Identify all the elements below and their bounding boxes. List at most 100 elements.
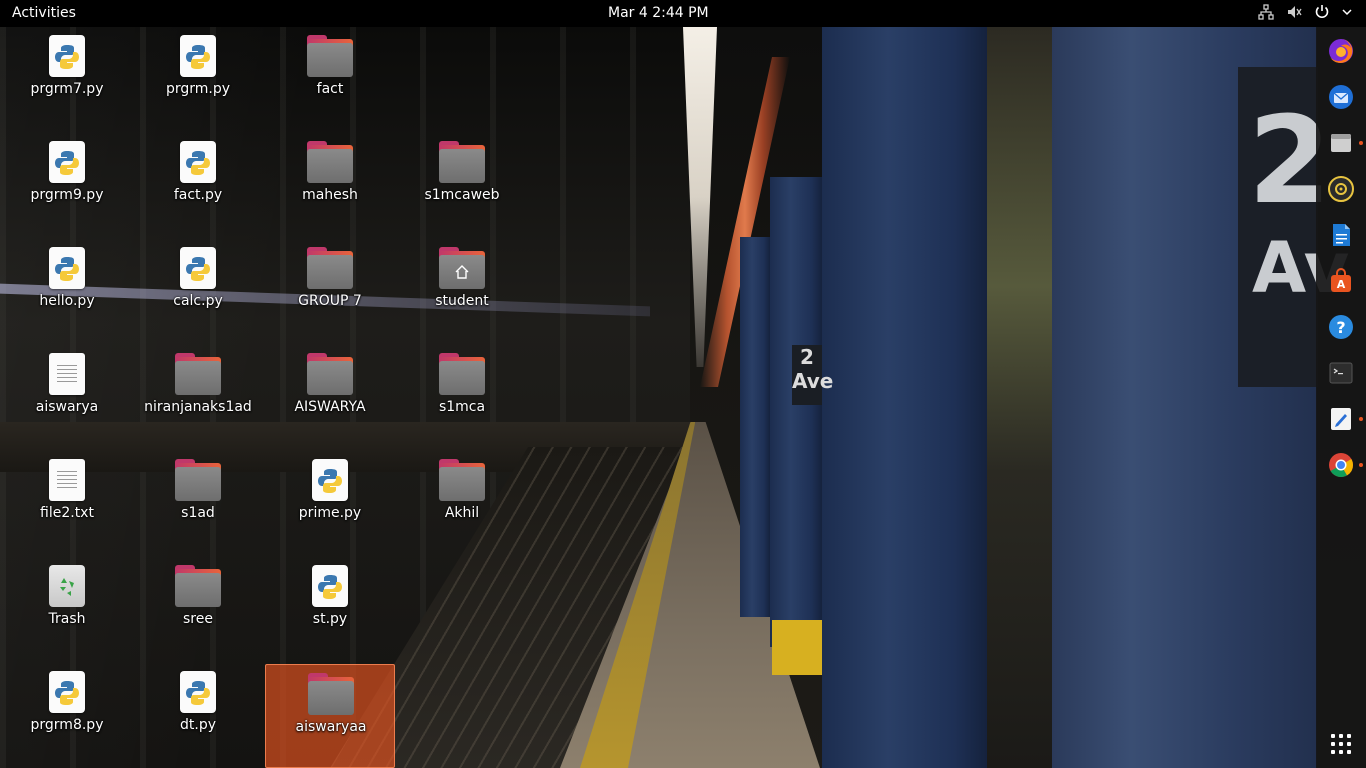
volume-icon[interactable]	[1286, 4, 1302, 20]
icon-label: dt.py	[180, 717, 216, 733]
desktop-icon-prgrm7-py[interactable]: prgrm7.py	[2, 27, 132, 131]
writer-icon	[1333, 224, 1350, 246]
icon-label: prgrm9.py	[30, 187, 104, 203]
icon-label: niranjanaks1ad	[144, 399, 252, 415]
desktop-icon-trash[interactable]: Trash	[2, 557, 132, 661]
desktop-icon-prgrm9-py[interactable]: prgrm9.py	[2, 133, 132, 237]
text-file-icon	[49, 459, 85, 501]
icon-label: student	[435, 293, 489, 309]
python-file-icon	[49, 141, 85, 183]
desktop-icon-niranjanaks1ad[interactable]: niranjanaks1ad	[133, 345, 263, 449]
desktop-icon-aiswarya-file[interactable]: aiswarya	[2, 345, 132, 449]
desktop-icon-group-7[interactable]: GROUP 7	[265, 239, 395, 343]
folder-icon	[307, 35, 353, 77]
icon-label: fact	[316, 81, 344, 97]
folder-icon	[307, 247, 353, 289]
desktop-icon-file2-txt[interactable]: file2.txt	[2, 451, 132, 555]
dock-libreoffice-writer[interactable]	[1325, 219, 1357, 251]
icon-label: file2.txt	[40, 505, 94, 521]
folder-icon	[439, 459, 485, 501]
text-editor-icon	[1331, 408, 1351, 430]
dock-files[interactable]	[1325, 127, 1363, 159]
svg-text:A: A	[1337, 278, 1346, 291]
activities-button[interactable]: Activities	[12, 5, 76, 21]
svg-text:?: ?	[1336, 318, 1345, 337]
icon-label: prgrm.py	[165, 81, 231, 97]
trash-icon	[49, 565, 85, 607]
clock[interactable]: Mar 4 2:44 PM	[608, 5, 709, 21]
dock-thunderbird[interactable]	[1325, 81, 1357, 113]
desktop-icon-student[interactable]: student	[397, 239, 527, 343]
desktop-icon-prgrm8-py[interactable]: prgrm8.py	[2, 663, 132, 767]
dock-terminal[interactable]	[1325, 357, 1357, 389]
desktop-icon-mahesh[interactable]: mahesh	[265, 133, 395, 237]
terminal-icon	[1329, 362, 1353, 384]
icon-label: prgrm7.py	[30, 81, 104, 97]
folder-icon	[307, 353, 353, 395]
chrome-icon	[1329, 453, 1353, 478]
files-icon	[1331, 134, 1351, 152]
dock-chrome[interactable]	[1325, 449, 1363, 481]
desktop-icon-dt-py[interactable]: dt.py	[133, 663, 263, 767]
folder-icon	[308, 673, 354, 715]
python-file-icon	[49, 35, 85, 77]
desktop-icon-st-py[interactable]: st.py	[265, 557, 395, 661]
software-center-icon: A	[1331, 268, 1351, 292]
home-folder-icon	[439, 247, 485, 289]
folder-icon	[307, 141, 353, 183]
system-tray[interactable]	[1258, 4, 1352, 20]
icon-label: prgrm8.py	[30, 717, 104, 733]
desktop-icon-calc-py[interactable]: calc.py	[133, 239, 263, 343]
network-icon[interactable]	[1258, 4, 1274, 20]
chevron-down-icon[interactable]	[1342, 4, 1352, 20]
running-indicator	[1359, 141, 1363, 145]
icon-label: prime.py	[298, 505, 362, 521]
python-file-icon	[180, 141, 216, 183]
python-file-icon	[180, 35, 216, 77]
icon-label: AISWARYA	[294, 399, 366, 415]
desktop-icon-s1ad[interactable]: s1ad	[133, 451, 263, 555]
icon-label: s1mcaweb	[424, 187, 500, 203]
top-bar: Activities Mar 4 2:44 PM	[0, 0, 1366, 27]
python-file-icon	[180, 247, 216, 289]
icon-label: fact.py	[173, 187, 223, 203]
icon-label: st.py	[312, 611, 348, 627]
icon-label: aiswarya	[35, 399, 99, 415]
icon-label: aiswaryaa	[295, 719, 367, 735]
dock-help[interactable]: ?	[1325, 311, 1357, 343]
dock-text-editor[interactable]	[1325, 403, 1363, 435]
desktop-icon-aiswaryaa[interactable]: aiswaryaa	[265, 664, 395, 768]
icon-label: mahesh	[302, 187, 358, 203]
desktop-icon-s1mca[interactable]: s1mca	[397, 345, 527, 449]
desktop-icon-akhil[interactable]: Akhil	[397, 451, 527, 555]
python-file-icon	[180, 671, 216, 713]
icon-label: GROUP 7	[298, 293, 362, 309]
python-file-icon	[312, 459, 348, 501]
python-file-icon	[312, 565, 348, 607]
icon-label: s1ad	[181, 505, 215, 521]
python-file-icon	[49, 247, 85, 289]
folder-icon	[439, 353, 485, 395]
desktop-icon-fact-folder[interactable]: fact	[265, 27, 395, 131]
desktop-icon-aiswarya-folder[interactable]: AISWARYA	[265, 345, 395, 449]
desktop-icon-prime-py[interactable]: prime.py	[265, 451, 395, 555]
desktop-icon-s1mcaweb[interactable]: s1mcaweb	[397, 133, 527, 237]
running-indicator	[1359, 417, 1363, 421]
dock-firefox[interactable]	[1325, 35, 1357, 67]
desktop-icon-sree[interactable]: sree	[133, 557, 263, 661]
dock: A ?	[1316, 27, 1366, 768]
text-file-icon	[49, 353, 85, 395]
show-applications-button[interactable]	[1331, 734, 1351, 754]
thunderbird-icon	[1329, 85, 1353, 109]
folder-icon	[439, 141, 485, 183]
desktop-icon-hello-py[interactable]: hello.py	[2, 239, 132, 343]
icon-label: s1mca	[438, 399, 486, 415]
desktop-icon-fact-py[interactable]: fact.py	[133, 133, 263, 237]
folder-icon	[175, 353, 221, 395]
desktop-icon-prgrm-py[interactable]: prgrm.py	[133, 27, 263, 131]
icon-label: sree	[183, 611, 213, 627]
dock-software-center[interactable]: A	[1325, 265, 1357, 297]
firefox-icon	[1329, 39, 1353, 63]
power-icon[interactable]	[1314, 4, 1330, 20]
dock-rhythmbox[interactable]	[1325, 173, 1357, 205]
